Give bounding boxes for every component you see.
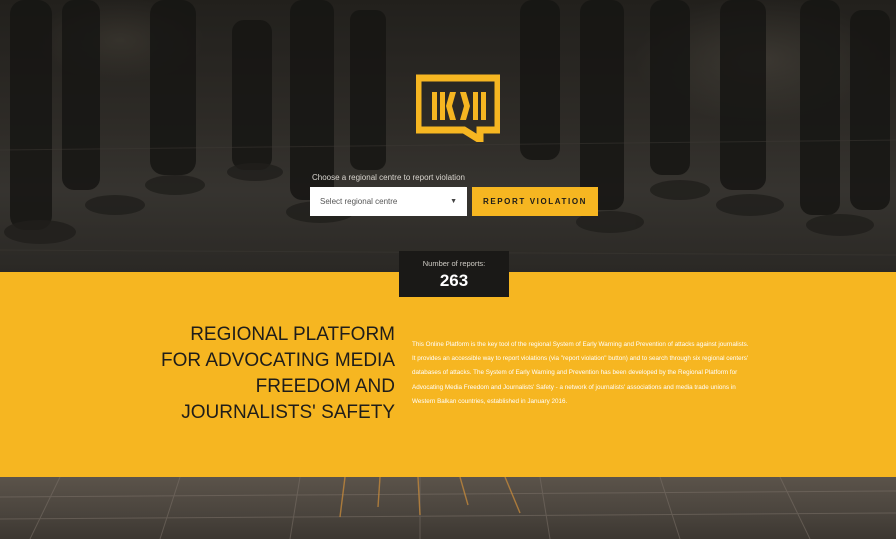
- choose-centre-label: Choose a regional centre to report viola…: [312, 173, 465, 182]
- reports-counter-value: 263: [439, 271, 469, 290]
- about-section: REGIONAL PLATFORM FOR ADVOCATING MEDIA F…: [0, 272, 896, 477]
- ikm-logo-icon[interactable]: [414, 72, 502, 147]
- reports-counter-label: Number of reports:: [422, 259, 486, 268]
- chevron-down-icon: ▼: [450, 198, 457, 205]
- regional-centre-select[interactable]: Select regional centre ▼: [310, 187, 467, 216]
- footer-background: [0, 477, 896, 539]
- select-value: Select regional centre: [320, 197, 398, 206]
- about-body: This Online Platform is the key tool of …: [412, 341, 749, 405]
- floor-photo: [0, 477, 896, 539]
- report-violation-button[interactable]: REPORT VIOLATION: [472, 187, 598, 216]
- reports-counter: Number of reports: 263: [399, 251, 509, 297]
- about-heading: REGIONAL PLATFORM FOR ADVOCATING MEDIA F…: [160, 324, 395, 423]
- logo-mark: [414, 74, 502, 147]
